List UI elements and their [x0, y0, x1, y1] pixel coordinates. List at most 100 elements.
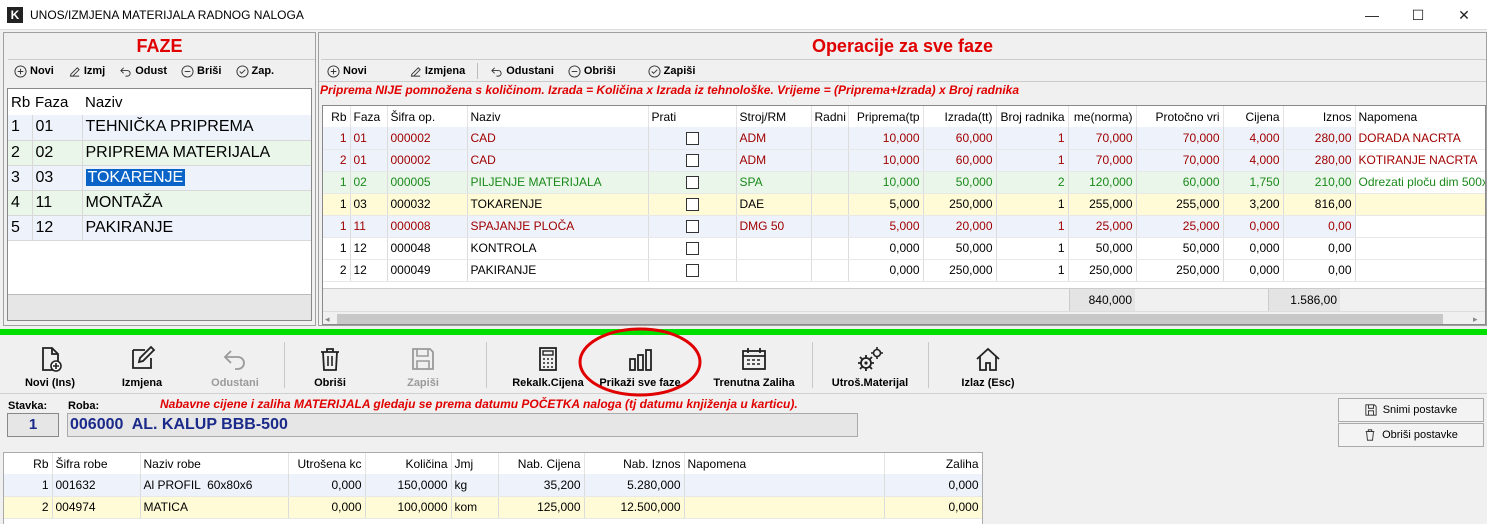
faze-zap-button[interactable]: Zap.	[230, 61, 281, 81]
materijal-row[interactable]: 2 004974 MATICA 0,000 100,0000 kom 125,000 12.5…	[4, 496, 982, 519]
maximize-button[interactable]: ☐	[1395, 0, 1441, 30]
faze-row[interactable]: 2 02 PRIPREMA MATERIJALA	[8, 140, 311, 166]
mat-col-header[interactable]: Nab. Cijena	[498, 453, 585, 474]
op-col-header[interactable]: Naziv	[467, 106, 649, 127]
operacija-row[interactable]: 2 01 000002 CAD ADM 10,000 60,000 1 70,000 70,000…	[323, 149, 1485, 172]
op-cell-prati[interactable]	[648, 237, 737, 260]
op-col-header[interactable]: Protočno vri	[1136, 106, 1224, 127]
prati-checkbox[interactable]	[685, 264, 699, 278]
faze-row[interactable]: 4 11 MONTAŽA	[8, 190, 311, 216]
op-cell-radni	[811, 215, 849, 238]
scroll-left-icon[interactable]: ◂	[325, 314, 333, 324]
mat-cell-naziv: Al PROFIL 60x80x6	[140, 474, 289, 497]
op-cell-prati[interactable]	[648, 193, 737, 216]
op-cell-prati[interactable]	[648, 171, 737, 194]
faze-row[interactable]: 1 01 TEHNIČKA PRIPREMA	[8, 115, 311, 141]
trenutna-zaliha-button[interactable]: Trenutna Zaliha	[708, 341, 800, 391]
operacija-row[interactable]: 1 02 000005 PILJENJE MATERIJALA SPA 10,000 50,…	[323, 171, 1485, 194]
operacija-row[interactable]: 2 12 000049 PAKIRANJE 0,000 250,000 1 250,000 25…	[323, 259, 1485, 282]
faze-novi-button[interactable]: Novi	[8, 61, 60, 81]
operacija-row[interactable]: 1 11 000008 SPAJANJE PLOČA DMG 50 5,000 20,000…	[323, 215, 1485, 238]
close-button[interactable]: ✕	[1441, 0, 1487, 30]
mat-cell-napomena	[684, 474, 885, 497]
scroll-right-icon[interactable]: ▸	[1473, 314, 1481, 324]
op-cell-faza: 01	[350, 149, 388, 172]
izmjena-button[interactable]: Izmjena	[112, 341, 172, 391]
materijal-row[interactable]: 1 001632 Al PROFIL 60x80x6 0,000 150,0000 kg 3…	[4, 474, 982, 497]
prati-checkbox[interactable]	[685, 198, 699, 212]
op-cell-priprema: 10,000	[848, 149, 924, 172]
mat-col-header[interactable]: Količina	[365, 453, 452, 474]
operacija-row[interactable]: 1 01 000002 CAD ADM 10,000 60,000 1 70,000 70,000…	[323, 127, 1485, 150]
snimi-postavke-button[interactable]: Snimi postavke	[1338, 398, 1484, 422]
obrisi-button[interactable]: Obriši	[300, 341, 360, 391]
op-col-header[interactable]: Broj radnika	[996, 106, 1069, 127]
utros-materijal-button[interactable]: Utroš.Materijal	[824, 341, 916, 391]
op-col-header[interactable]: Iznos	[1283, 106, 1356, 127]
mat-col-header[interactable]: Zaliha	[884, 453, 982, 474]
mat-col-header[interactable]: Šifra robe	[52, 453, 141, 474]
mat-col-header[interactable]: Nab. Iznos	[584, 453, 685, 474]
cijene-note: Nabavne cijene i zaliha MATERIJALA gleda…	[160, 397, 798, 411]
faze-toolbar: Novi Izmj Odust Briši Zap.	[8, 59, 315, 81]
op-col-header[interactable]: Cijena	[1223, 106, 1284, 127]
op-col-header[interactable]: Faza	[350, 106, 388, 127]
op-zapisi-button[interactable]: Zapiši	[642, 61, 702, 81]
roba-field[interactable]: 006000 AL. KALUP BBB-500	[67, 413, 858, 437]
op-cell-rb: 1	[323, 237, 351, 260]
zapisi-button[interactable]: Zapiši	[393, 341, 453, 391]
op-col-header[interactable]: Priprema(tp	[848, 106, 924, 127]
trash-icon	[321, 348, 339, 371]
op-cell-iznos: 280,00	[1283, 127, 1356, 150]
op-col-header[interactable]: Šifra op.	[387, 106, 468, 127]
prati-checkbox[interactable]	[685, 242, 699, 256]
op-odustani-button[interactable]: Odustani	[484, 61, 560, 81]
operacija-row[interactable]: 1 03 000032 TOKARENJE DAE 5,000 250,000 1 255,00…	[323, 193, 1485, 216]
minus-circle-icon	[568, 64, 581, 78]
op-col-header[interactable]: Rb	[323, 106, 351, 127]
operacija-row[interactable]: 1 12 000048 KONTROLA 0,000 50,000 1 50,000 50,00…	[323, 237, 1485, 260]
op-izmjena-button[interactable]: Izmjena	[403, 61, 471, 81]
prati-checkbox[interactable]	[685, 154, 699, 168]
novi-ins-button[interactable]: Novi (Ins)	[18, 341, 82, 391]
op-cell-protocno: 50,000	[1136, 237, 1224, 260]
op-cell-prati[interactable]	[648, 149, 737, 172]
faze-row[interactable]: 3 03 TOKARENJE	[8, 165, 311, 191]
selected-faza-text[interactable]: TOKARENJE	[85, 168, 186, 186]
faze-col-naziv: Naziv	[85, 93, 123, 111]
mat-col-header[interactable]: Napomena	[684, 453, 885, 474]
faze-izmj-button[interactable]: Izmj	[62, 61, 111, 81]
op-cell-priprema: 5,000	[848, 193, 924, 216]
op-col-header[interactable]: Napomena	[1355, 106, 1485, 127]
minimize-button[interactable]: —	[1349, 0, 1395, 30]
mat-col-header[interactable]: Rb	[4, 453, 53, 474]
op-novi-button[interactable]: Novi	[321, 61, 373, 81]
faze-cell-faza: 12	[32, 215, 83, 241]
mat-cell-utrosena: 0,000	[288, 496, 366, 519]
op-col-header[interactable]: me(norma)	[1068, 106, 1137, 127]
faze-row[interactable]: 5 12 PAKIRANJE	[8, 215, 311, 241]
op-obrisi-button[interactable]: Obriši	[562, 61, 622, 81]
op-cell-prati[interactable]	[648, 215, 737, 238]
operacije-hscrollbar[interactable]: ◂ ▸	[323, 311, 1485, 324]
izlaz-button[interactable]: Izlaz (Esc)	[952, 341, 1024, 391]
utros-materijal-label: Utroš.Materijal	[831, 377, 909, 389]
faze-odust-button[interactable]: Odust	[113, 61, 173, 81]
mat-col-header[interactable]: Utrošena kc	[288, 453, 366, 474]
op-col-header[interactable]: Prati	[648, 106, 737, 127]
prati-checkbox[interactable]	[685, 131, 699, 145]
mat-col-header[interactable]: Jmj	[451, 453, 499, 474]
odustani-button[interactable]: Odustani	[202, 341, 268, 391]
op-col-header[interactable]: Radni	[811, 106, 849, 127]
op-cell-prati[interactable]	[648, 259, 737, 282]
scroll-thumb[interactable]	[337, 314, 1443, 324]
obrisi-postavke-button[interactable]: Obriši postavke	[1338, 423, 1484, 447]
prati-checkbox[interactable]	[685, 220, 699, 234]
op-cell-faza: 02	[350, 171, 388, 194]
prati-checkbox[interactable]	[685, 176, 699, 190]
op-col-header[interactable]: Izrada(tt)	[923, 106, 997, 127]
faze-brisi-button[interactable]: Briši	[175, 61, 227, 81]
op-col-header[interactable]: Stroj/RM	[736, 106, 812, 127]
mat-col-header[interactable]: Naziv robe	[140, 453, 289, 474]
op-cell-prati[interactable]	[648, 127, 737, 150]
